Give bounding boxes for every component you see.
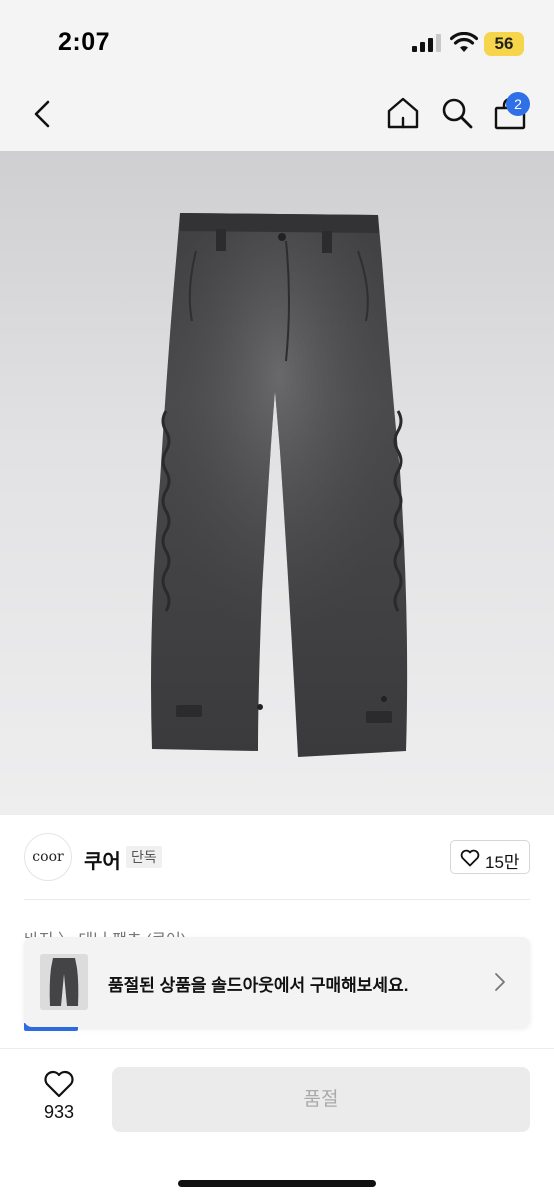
banner-thumbnail [40, 954, 88, 1010]
banner-text: 품절된 상품을 솔드아웃에서 구매해보세요. [108, 976, 409, 995]
wifi-icon [450, 32, 478, 52]
search-icon[interactable] [440, 96, 474, 130]
like-button[interactable]: 15만 [450, 840, 530, 874]
wish-button[interactable]: 933 [30, 1068, 88, 1130]
pants-image [151, 213, 408, 757]
status-time: 2:07 [58, 28, 111, 56]
home-indicator [178, 1180, 376, 1187]
exclusive-tag: 단독 [126, 846, 162, 868]
chevron-right-icon [495, 973, 505, 991]
bottom-divider [0, 1048, 554, 1049]
breadcrumb[interactable]: 바지 〉 데님 팬츠 (쿠어) [24, 924, 186, 938]
divider [24, 899, 530, 900]
brand-logo[interactable]: coor [24, 833, 72, 881]
status-bar: 2:07 56 [0, 0, 554, 80]
like-count: 15만 [485, 853, 520, 872]
soldout-banner[interactable]: 품절된 상품을 솔드아웃에서 구매해보세요. [24, 937, 530, 1027]
brand-row: coor 쿠어 단독 15만 [0, 815, 554, 901]
brand-name[interactable]: 쿠어 [84, 845, 121, 874]
battery-indicator: 56 [484, 32, 524, 56]
soldout-button[interactable]: 품절 [112, 1067, 530, 1132]
pants-thumbnail-icon [49, 958, 79, 1006]
product-image[interactable] [0, 151, 554, 815]
chevron-left-icon[interactable] [28, 98, 58, 130]
cart-count-badge: 2 [506, 92, 530, 116]
cellular-signal-icon [412, 34, 441, 52]
nav-bar [0, 80, 554, 151]
heart-icon [44, 1070, 74, 1098]
wish-count: 933 [43, 1102, 75, 1122]
home-icon[interactable] [386, 96, 420, 130]
heart-icon [460, 849, 480, 867]
